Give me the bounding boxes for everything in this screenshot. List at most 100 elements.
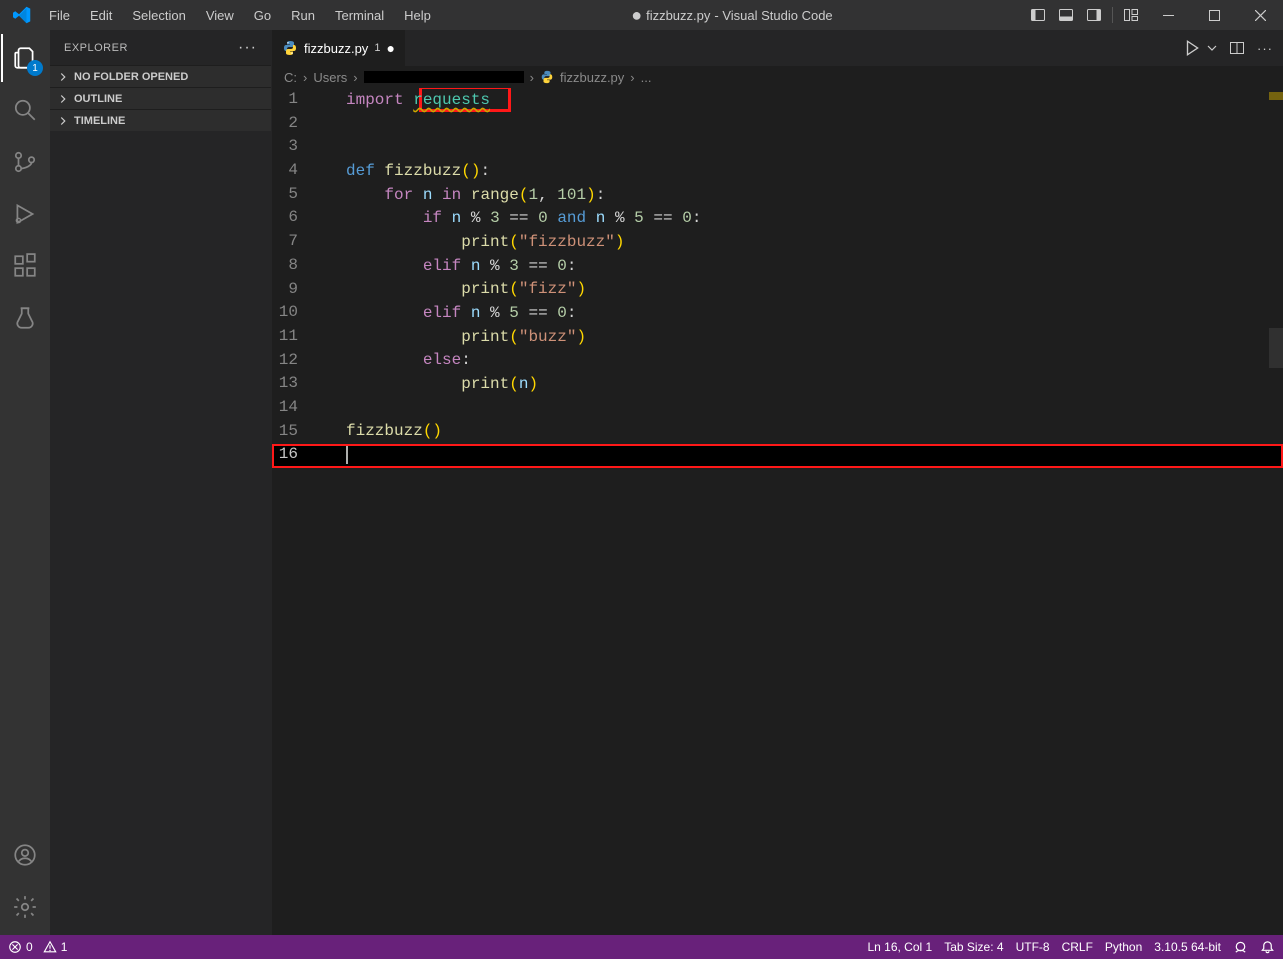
menu-run[interactable]: Run <box>282 4 324 27</box>
sidebar-title: EXPLORER <box>64 42 128 54</box>
activity-testing[interactable] <box>1 294 49 342</box>
menu-selection[interactable]: Selection <box>123 4 194 27</box>
menu-terminal[interactable]: Terminal <box>326 4 393 27</box>
breadcrumbs[interactable]: C: › Users › › fizzbuzz.py › ... <box>272 66 1283 88</box>
token: ( <box>509 375 519 393</box>
editor-more-button[interactable]: ··· <box>1257 41 1273 56</box>
token: : <box>567 304 577 322</box>
token: n <box>519 375 529 393</box>
status-encoding[interactable]: UTF-8 <box>1016 940 1050 954</box>
status-language[interactable]: Python <box>1105 940 1142 954</box>
section-label: TIMELINE <box>74 115 125 127</box>
code-editor[interactable]: 1 2 3 4 5 6 7 8 9 10 11 12 13 14 15 16 i… <box>272 88 1283 935</box>
token: % <box>490 304 500 322</box>
code-lines[interactable]: import requests def fizzbuzz(): for n in… <box>346 88 1283 467</box>
activity-explorer[interactable]: 1 <box>1 34 49 82</box>
overview-ruler[interactable] <box>1269 88 1283 935</box>
token: elif <box>423 257 461 275</box>
gutter-line: 16 <box>272 443 298 467</box>
chevron-right-icon: › <box>630 70 634 85</box>
window-close[interactable] <box>1237 0 1283 30</box>
activity-accounts[interactable] <box>1 831 49 879</box>
token: ) <box>528 375 538 393</box>
section-outline[interactable]: OUTLINE <box>50 87 271 109</box>
token: 0 <box>538 209 548 227</box>
status-problems[interactable]: 0 1 <box>8 940 67 954</box>
token: == <box>653 209 672 227</box>
token: % <box>490 257 500 275</box>
titlebar-actions <box>1024 0 1283 30</box>
token: ) <box>432 422 442 440</box>
token: ( <box>423 422 433 440</box>
gutter-line: 1 <box>272 88 298 112</box>
sidebar-header: EXPLORER ··· <box>50 30 271 65</box>
bell-icon <box>1260 940 1275 955</box>
activity-extensions[interactable] <box>1 242 49 290</box>
chevron-right-icon: › <box>303 70 307 85</box>
bc-tail[interactable]: ... <box>641 70 652 85</box>
token: print <box>461 280 509 298</box>
token: in <box>442 186 461 204</box>
token: 0 <box>557 304 567 322</box>
menu-edit[interactable]: Edit <box>81 4 121 27</box>
token: 0 <box>682 209 692 227</box>
token: : <box>692 209 702 227</box>
window-minimize[interactable] <box>1145 0 1191 30</box>
token: else <box>423 351 461 369</box>
gutter-line: 14 <box>272 396 298 420</box>
activity-source-control[interactable] <box>1 138 49 186</box>
vscode-logo <box>8 1 36 29</box>
status-interpreter[interactable]: 3.10.5 64-bit <box>1154 940 1221 954</box>
split-editor-button[interactable] <box>1229 40 1245 56</box>
run-dropdown[interactable] <box>1207 43 1217 53</box>
token: ) <box>576 280 586 298</box>
token: : <box>461 351 471 369</box>
error-icon <box>8 940 22 954</box>
token: , <box>538 186 557 204</box>
token: == <box>509 209 528 227</box>
statusbar: 0 1 Ln 16, Col 1 Tab Size: 4 UTF-8 CRLF … <box>0 935 1283 959</box>
menu-help[interactable]: Help <box>395 4 440 27</box>
status-eol[interactable]: CRLF <box>1062 940 1093 954</box>
token: "fizz" <box>519 280 577 298</box>
token: ) <box>576 328 586 346</box>
menu-file[interactable]: File <box>40 4 79 27</box>
bc-file[interactable]: fizzbuzz.py <box>560 70 624 85</box>
token: 3 <box>509 257 519 275</box>
chevron-right-icon: › <box>353 70 357 85</box>
python-file-icon <box>540 70 554 84</box>
run-button[interactable] <box>1183 39 1201 57</box>
layout-toggle-panel[interactable] <box>1052 1 1080 29</box>
menu-view[interactable]: View <box>197 4 243 27</box>
status-feedback[interactable] <box>1233 940 1248 955</box>
bc-root[interactable]: C: <box>284 70 297 85</box>
layout-toggle-secondary-sidebar[interactable] <box>1080 1 1108 29</box>
chevron-right-icon <box>56 70 70 84</box>
token: "buzz" <box>519 328 577 346</box>
menu-go[interactable]: Go <box>245 4 280 27</box>
token: 5 <box>634 209 644 227</box>
minimap-slider[interactable] <box>1269 328 1283 368</box>
chevron-right-icon: › <box>530 70 534 85</box>
token: == <box>528 257 547 275</box>
gutter-line: 4 <box>272 159 298 183</box>
status-cursor-pos[interactable]: Ln 16, Col 1 <box>867 940 932 954</box>
window-maximize[interactable] <box>1191 0 1237 30</box>
bc-folder[interactable]: Users <box>313 70 347 85</box>
status-notifications[interactable] <box>1260 940 1275 955</box>
status-tab-size[interactable]: Tab Size: 4 <box>944 940 1003 954</box>
gutter-line: 13 <box>272 372 298 396</box>
warning-icon <box>43 940 57 954</box>
activity-search[interactable] <box>1 86 49 134</box>
activity-run-debug[interactable] <box>1 190 49 238</box>
tab-fizzbuzz[interactable]: fizzbuzz.py 1 ● <box>272 30 406 66</box>
sidebar-more-icon[interactable]: ··· <box>238 39 257 57</box>
section-timeline[interactable]: TIMELINE <box>50 109 271 131</box>
layout-toggle-primary-sidebar[interactable] <box>1024 1 1052 29</box>
section-no-folder[interactable]: NO FOLDER OPENED <box>50 65 271 87</box>
activity-settings[interactable] <box>1 883 49 931</box>
token: ( <box>519 186 529 204</box>
token: fizzbuzz <box>346 422 423 440</box>
customize-layout[interactable] <box>1117 1 1145 29</box>
tab-dirty-icon[interactable]: ● <box>386 40 394 56</box>
